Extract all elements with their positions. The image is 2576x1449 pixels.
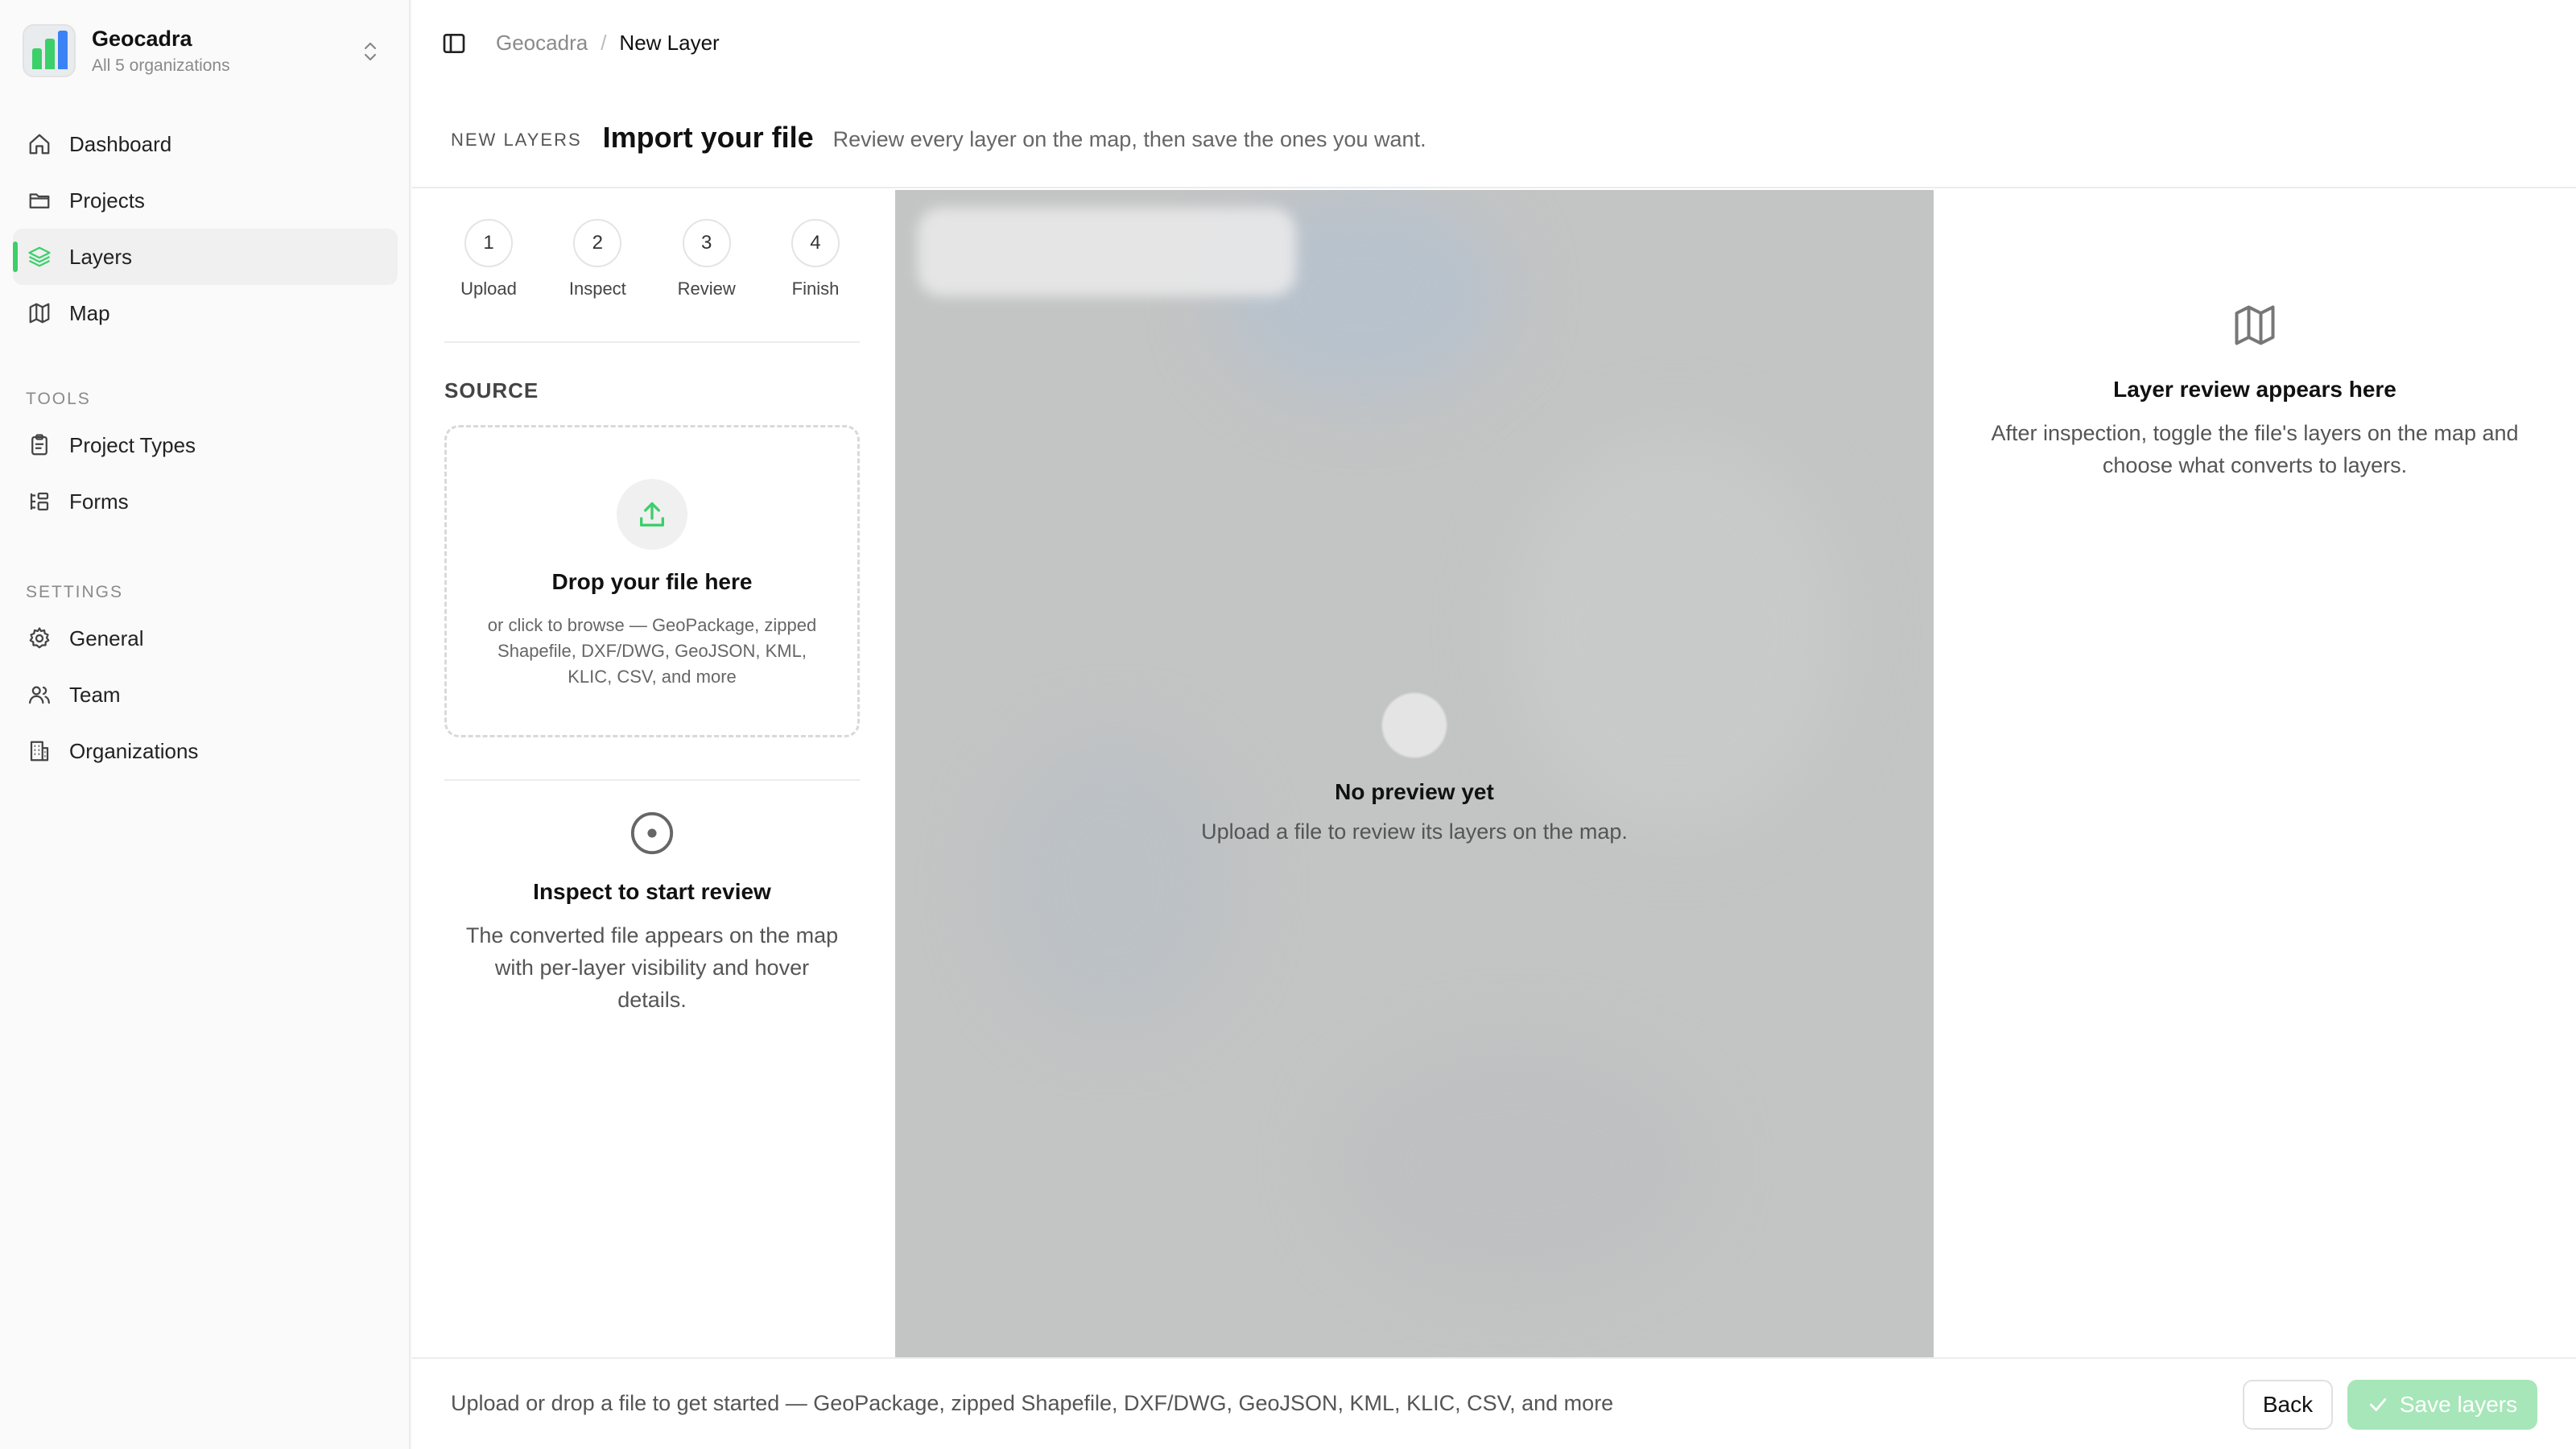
dropzone-description: or click to browse — GeoPackage, zipped …	[487, 615, 817, 687]
sidebar-item-label: Organizations	[69, 738, 199, 763]
divider	[444, 341, 860, 343]
layers-icon	[28, 246, 51, 267]
footer-bar: Upload or drop a file to get started — G…	[412, 1357, 2576, 1449]
sidebar-item-label: General	[69, 625, 144, 650]
building-icon	[30, 741, 49, 762]
divider	[444, 779, 860, 781]
step-label: Upload	[460, 279, 517, 299]
map-icon	[29, 303, 50, 324]
page-description: Review every layer on the map, then save…	[832, 126, 1426, 151]
sidebar-item-label: Dashboard	[69, 131, 172, 156]
form-icon	[30, 492, 49, 511]
breadcrumb-current: New Layer	[619, 31, 720, 55]
sidebar-item-team[interactable]: Team	[13, 667, 398, 723]
breadcrumb-separator: /	[601, 31, 607, 55]
sidebar-item-label: Forms	[69, 489, 129, 514]
dropzone-title: Drop your file here	[551, 569, 753, 594]
footer-hint: Upload or drop a file to get started — G…	[451, 1391, 1614, 1415]
tools-nav: TOOLS Project Types Forms	[13, 382, 398, 530]
sidebar-item-project-types[interactable]: Project Types	[13, 417, 398, 473]
layer-review-panel: Layer review appears here After inspecti…	[1934, 190, 2576, 1357]
import-panel: 1 Upload 2 Inspect 3 Review 4 Finish SOU…	[412, 190, 895, 1357]
breadcrumb-root-link[interactable]: Geocadra	[496, 31, 588, 56]
step-upload: 1 Upload	[444, 219, 533, 308]
step-number: 4	[791, 219, 840, 267]
org-subtitle: All 5 organizations	[92, 56, 230, 75]
file-dropzone[interactable]: Drop your file here or click to browse —…	[444, 425, 860, 737]
settings-heading: SETTINGS	[26, 583, 124, 601]
settings-nav: SETTINGS General Team Organizations	[13, 575, 398, 779]
sidebar-item-label: Map	[69, 300, 110, 325]
step-label: Finish	[791, 279, 840, 299]
step-inspect: 2 Inspect	[553, 219, 642, 308]
sidebar-item-label: Project Types	[69, 432, 196, 457]
sidebar-item-map[interactable]: Map	[13, 285, 398, 341]
step-number: 1	[464, 219, 513, 267]
check-icon	[2369, 1398, 2386, 1411]
step-review: 3 Review	[663, 219, 751, 308]
empty-indicator	[1381, 692, 1447, 758]
page-header: NEW LAYERS Import your file Review every…	[412, 89, 2576, 188]
folder-icon	[29, 193, 50, 208]
stepper: 1 Upload 2 Inspect 3 Review 4 Finish	[444, 219, 860, 308]
review-panel-title: Layer review appears here	[2113, 377, 2396, 402]
page-eyebrow: NEW LAYERS	[451, 130, 582, 150]
sidebar-item-dashboard[interactable]: Dashboard	[13, 116, 398, 172]
sidebar-item-organizations[interactable]: Organizations	[13, 723, 398, 779]
upload-icon	[640, 502, 664, 526]
org-switcher[interactable]: Geocadra All 5 organizations	[23, 21, 388, 80]
upload-icon-wrap	[617, 479, 687, 550]
source-label: SOURCE	[444, 378, 539, 402]
review-panel-description: After inspection, toggle the file's laye…	[1991, 421, 2519, 477]
save-layers-button[interactable]: Save layers	[2347, 1380, 2537, 1430]
target-icon	[630, 811, 674, 855]
sidebar-item-label: Projects	[69, 188, 145, 213]
map-terrain-area	[1330, 1043, 1700, 1285]
sidebar-item-label: Team	[69, 682, 121, 707]
step-finish: 4 Finish	[771, 219, 860, 308]
step-number: 2	[573, 219, 622, 267]
sidebar-item-label: Layers	[69, 244, 133, 269]
sidebar-item-projects[interactable]: Projects	[13, 172, 398, 229]
inspect-title: Inspect to start review	[533, 879, 771, 904]
page-title: Import your file	[602, 121, 814, 154]
map-search-placeholder	[918, 208, 1296, 296]
sidebar-toggle-icon[interactable]	[441, 31, 467, 56]
main-nav: Dashboard Projects Layers Map	[13, 116, 398, 341]
sidebar-item-general[interactable]: General	[13, 610, 398, 667]
save-layers-label: Save layers	[2399, 1392, 2518, 1417]
step-number: 3	[682, 219, 731, 267]
back-button[interactable]: Back	[2243, 1380, 2333, 1430]
sidebar: Geocadra All 5 organizations Dashboard P…	[0, 0, 411, 1449]
org-name: Geocadra	[92, 26, 192, 51]
sidebar-item-layers[interactable]: Layers	[13, 229, 398, 285]
sidebar-item-forms[interactable]: Forms	[13, 473, 398, 530]
map-icon	[2235, 305, 2275, 345]
map-empty-title: No preview yet	[1335, 779, 1494, 804]
step-label: Review	[677, 279, 736, 299]
org-logo	[23, 24, 76, 77]
breadcrumb: Geocadra / New Layer	[496, 31, 720, 56]
map-empty-description: Upload a file to review its layers on th…	[1201, 819, 1628, 844]
chevron-up-down-icon	[364, 42, 377, 61]
clipboard-icon	[31, 434, 47, 456]
home-icon	[29, 134, 50, 155]
inspect-description: The converted file appears on the map wi…	[465, 923, 839, 1012]
map-preview[interactable]: No preview yet Upload a file to review i…	[895, 190, 1934, 1357]
gear-icon	[29, 627, 50, 649]
step-label: Inspect	[568, 279, 626, 299]
map-empty-state: No preview yet Upload a file to review i…	[895, 692, 1934, 844]
inspect-empty-state: Inspect to start review The converted fi…	[444, 810, 860, 1016]
tools-heading: TOOLS	[26, 390, 91, 408]
users-icon	[29, 686, 50, 704]
topbar: Geocadra / New Layer	[412, 0, 2576, 89]
main-content: Geocadra / New Layer NEW LAYERS Import y…	[412, 0, 2576, 1449]
